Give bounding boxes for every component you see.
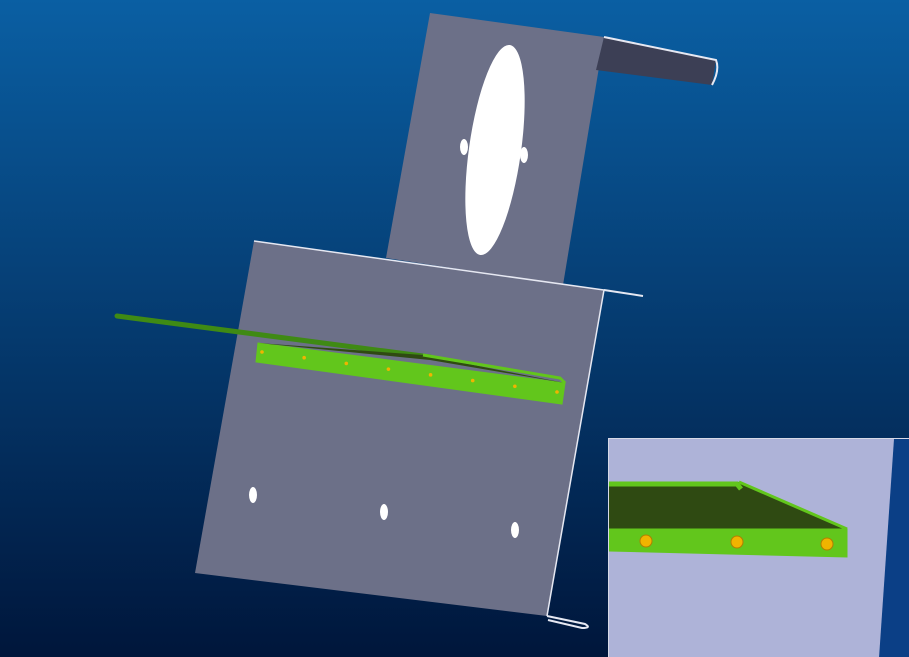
detail-inset[interactable] [608, 438, 909, 657]
rivet [513, 384, 517, 389]
inset-rivet [730, 535, 744, 549]
main-plate-face [195, 241, 604, 616]
inset-rivet [639, 534, 653, 548]
rivet [302, 355, 306, 360]
rivet [386, 367, 391, 371]
bracket-hole-left [460, 139, 468, 155]
rivet [344, 361, 349, 366]
plate-hole-2 [380, 504, 388, 520]
rivet [260, 350, 264, 354]
plate-hole-3 [511, 522, 519, 538]
rivet [555, 390, 559, 394]
rivet [428, 373, 433, 377]
inset-rivet [820, 537, 834, 551]
plate-hole-1 [249, 487, 257, 503]
detail-inset-scene [609, 439, 909, 657]
cad-viewport[interactable] [0, 0, 909, 657]
bracket-hole-right [520, 147, 528, 163]
rivet [470, 378, 475, 383]
